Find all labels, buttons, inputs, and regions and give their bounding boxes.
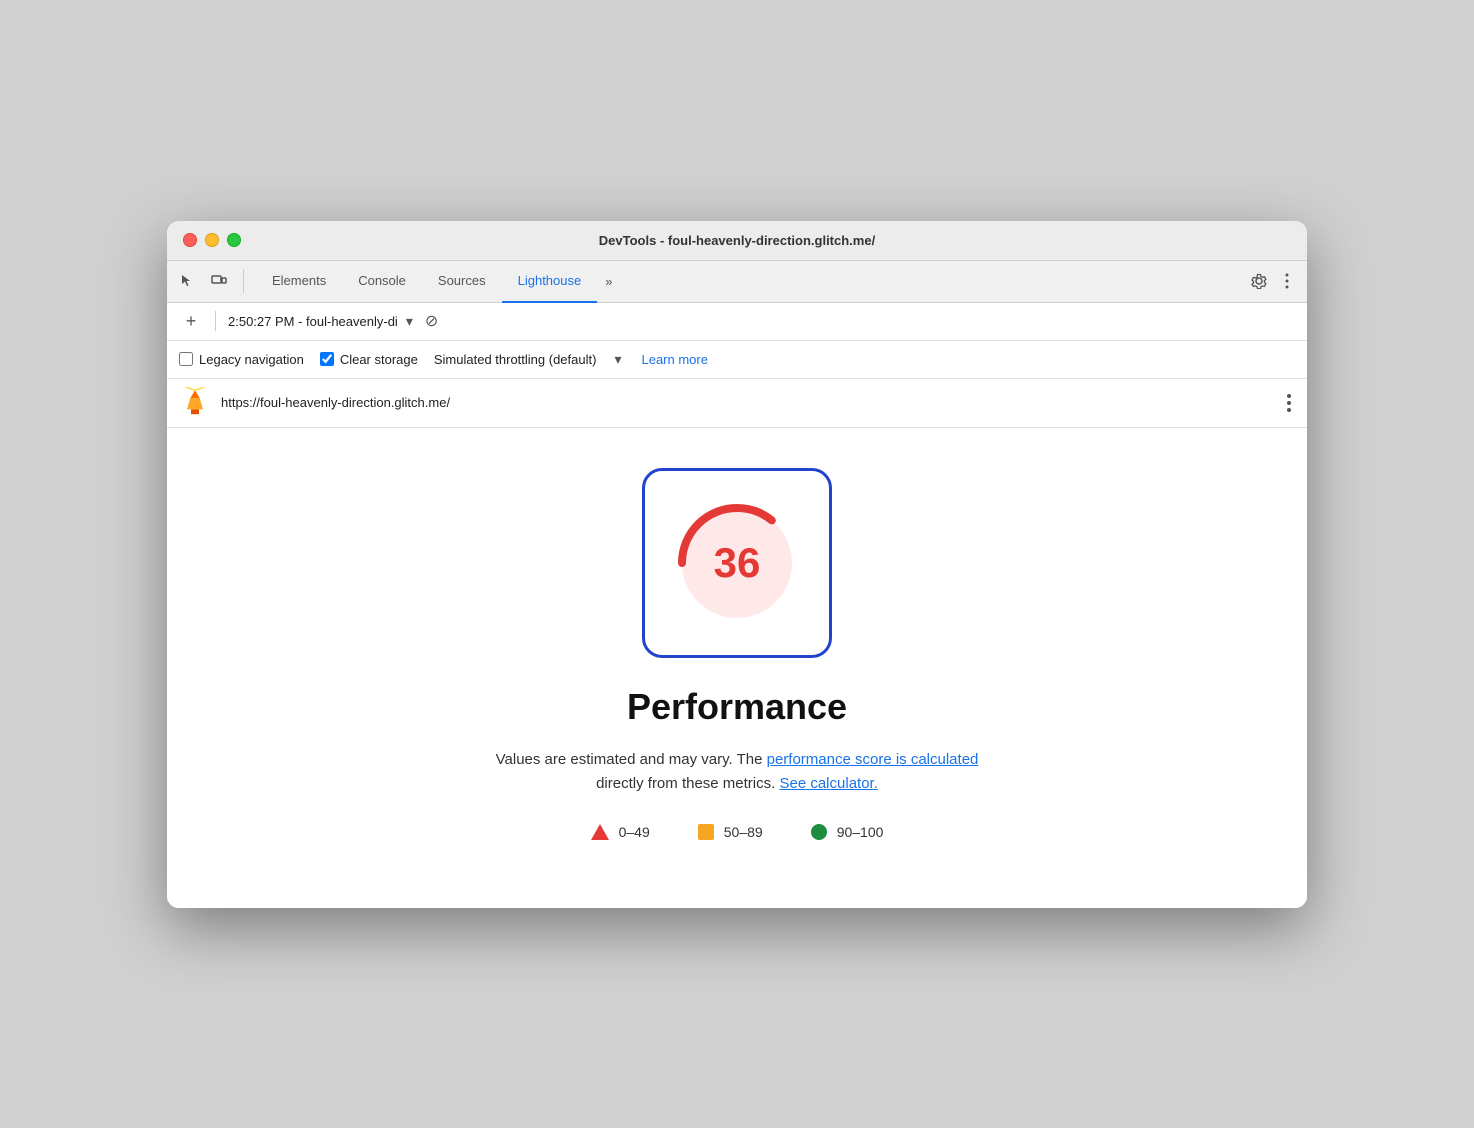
- high-score-icon: [811, 824, 827, 840]
- throttling-dropdown[interactable]: ▾: [614, 351, 621, 368]
- description-text-1: Values are estimated and may vary. The: [496, 751, 763, 768]
- more-options-icon[interactable]: [1275, 269, 1299, 293]
- calculator-link[interactable]: See calculator.: [779, 775, 877, 792]
- block-requests-icon[interactable]: ⊘: [425, 311, 438, 331]
- devtools-window: DevTools - foul-heavenly-direction.glitc…: [167, 221, 1307, 908]
- devtools-panel: Elements Console Sources Lighthouse »: [167, 261, 1307, 908]
- score-legend: 0–49 50–89 90–100: [591, 824, 884, 840]
- performance-description: Values are estimated and may vary. The p…: [496, 748, 979, 796]
- close-button[interactable]: [183, 233, 197, 247]
- tab-sources[interactable]: Sources: [422, 261, 502, 303]
- device-toggle-icon[interactable]: [207, 269, 231, 293]
- add-report-button[interactable]: +: [179, 309, 203, 333]
- tab-bar: Elements Console Sources Lighthouse »: [167, 261, 1307, 303]
- legacy-nav-checkbox[interactable]: [179, 352, 193, 366]
- tab-console[interactable]: Console: [342, 261, 422, 303]
- mid-score-icon: [698, 824, 714, 840]
- toolbar: + 2:50:27 PM - foul-heavenly-di ▾ ⊘: [167, 303, 1307, 341]
- window-title: DevTools - foul-heavenly-direction.glitc…: [599, 233, 875, 248]
- tab-bar-right: [1247, 269, 1299, 293]
- learn-more-link[interactable]: Learn more: [641, 352, 707, 367]
- clear-storage-checkbox[interactable]: [320, 352, 334, 366]
- performance-score-card: 36: [642, 468, 832, 658]
- main-content: 36 Performance Values are estimated and …: [167, 428, 1307, 908]
- options-bar: Legacy navigation Clear storage Simulate…: [167, 341, 1307, 379]
- report-dropdown[interactable]: ▾: [406, 313, 413, 330]
- inspect-icon[interactable]: [175, 269, 199, 293]
- url-bar: https://foul-heavenly-direction.glitch.m…: [167, 379, 1307, 428]
- throttling-label: Simulated throttling (default): [434, 352, 597, 367]
- lighthouse-logo-icon: [179, 387, 211, 419]
- maximize-button[interactable]: [227, 233, 241, 247]
- page-url: https://foul-heavenly-direction.glitch.m…: [221, 395, 1273, 410]
- tab-lighthouse[interactable]: Lighthouse: [502, 261, 598, 303]
- title-bar: DevTools - foul-heavenly-direction.glitc…: [167, 221, 1307, 261]
- minimize-button[interactable]: [205, 233, 219, 247]
- legend-high: 90–100: [811, 824, 884, 840]
- legend-mid: 50–89: [698, 824, 763, 840]
- clear-storage-option[interactable]: Clear storage: [320, 352, 418, 367]
- legacy-nav-option[interactable]: Legacy navigation: [179, 352, 304, 367]
- legend-mid-label: 50–89: [724, 824, 763, 840]
- low-score-icon: [591, 824, 609, 840]
- performance-title: Performance: [627, 686, 847, 728]
- tab-overflow[interactable]: »: [597, 260, 620, 302]
- score-value: 36: [714, 539, 761, 587]
- description-text-2: directly from these metrics.: [596, 775, 775, 792]
- url-more-options[interactable]: [1283, 390, 1295, 416]
- settings-icon[interactable]: [1247, 269, 1271, 293]
- report-timestamp: 2:50:27 PM - foul-heavenly-di: [228, 314, 398, 329]
- tab-bar-icons: [175, 269, 244, 293]
- legend-low-label: 0–49: [619, 824, 650, 840]
- perf-score-link[interactable]: performance score is calculated: [767, 751, 979, 768]
- tab-elements[interactable]: Elements: [256, 261, 342, 303]
- toolbar-divider: [215, 311, 216, 331]
- score-circle: 36: [667, 493, 807, 633]
- legend-low: 0–49: [591, 824, 650, 840]
- traffic-lights: [183, 233, 241, 247]
- legend-high-label: 90–100: [837, 824, 884, 840]
